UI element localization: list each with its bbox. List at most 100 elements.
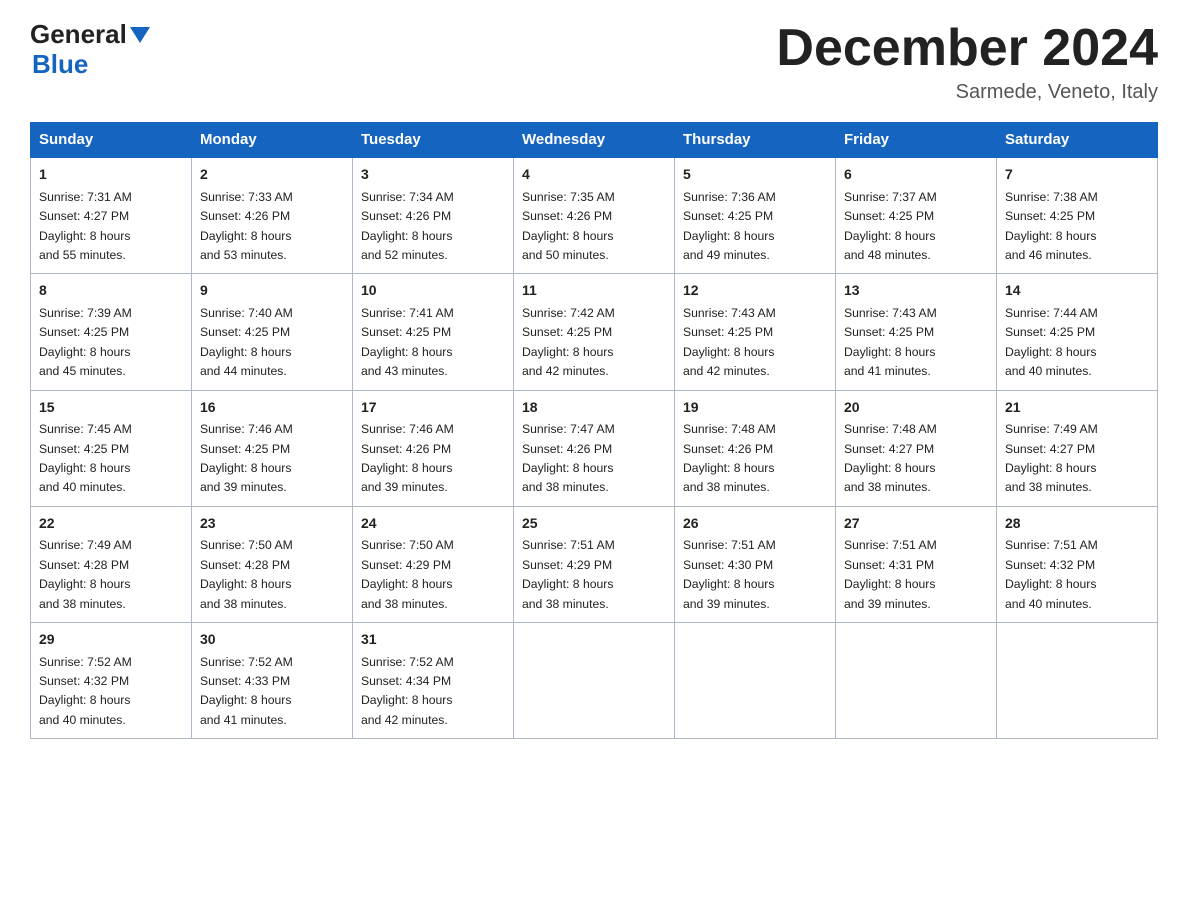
calendar-week-3: 15 Sunrise: 7:45 AMSunset: 4:25 PMDaylig… — [31, 390, 1158, 506]
day-info: Sunrise: 7:46 AMSunset: 4:26 PMDaylight:… — [361, 422, 454, 494]
header-tuesday: Tuesday — [353, 123, 514, 158]
calendar-cell — [836, 622, 997, 738]
day-number: 2 — [200, 164, 344, 186]
header-thursday: Thursday — [675, 123, 836, 158]
calendar-cell: 14 Sunrise: 7:44 AMSunset: 4:25 PMDaylig… — [997, 274, 1158, 390]
day-number: 16 — [200, 397, 344, 419]
calendar-cell: 31 Sunrise: 7:52 AMSunset: 4:34 PMDaylig… — [353, 622, 514, 738]
header-saturday: Saturday — [997, 123, 1158, 158]
day-number: 18 — [522, 397, 666, 419]
location-text: Sarmede, Veneto, Italy — [776, 81, 1158, 104]
calendar-cell — [997, 622, 1158, 738]
calendar-cell: 6 Sunrise: 7:37 AMSunset: 4:25 PMDayligh… — [836, 157, 997, 274]
day-number: 28 — [1005, 513, 1149, 535]
day-info: Sunrise: 7:44 AMSunset: 4:25 PMDaylight:… — [1005, 306, 1098, 378]
calendar-cell: 7 Sunrise: 7:38 AMSunset: 4:25 PMDayligh… — [997, 157, 1158, 274]
day-number: 11 — [522, 280, 666, 302]
day-info: Sunrise: 7:45 AMSunset: 4:25 PMDaylight:… — [39, 422, 132, 494]
day-number: 21 — [1005, 397, 1149, 419]
calendar-cell: 3 Sunrise: 7:34 AMSunset: 4:26 PMDayligh… — [353, 157, 514, 274]
day-number: 25 — [522, 513, 666, 535]
calendar-cell: 17 Sunrise: 7:46 AMSunset: 4:26 PMDaylig… — [353, 390, 514, 506]
calendar-cell: 12 Sunrise: 7:43 AMSunset: 4:25 PMDaylig… — [675, 274, 836, 390]
day-number: 31 — [361, 629, 505, 651]
day-number: 13 — [844, 280, 988, 302]
day-number: 29 — [39, 629, 183, 651]
calendar-cell: 19 Sunrise: 7:48 AMSunset: 4:26 PMDaylig… — [675, 390, 836, 506]
day-info: Sunrise: 7:41 AMSunset: 4:25 PMDaylight:… — [361, 306, 454, 378]
day-number: 19 — [683, 397, 827, 419]
calendar-cell: 13 Sunrise: 7:43 AMSunset: 4:25 PMDaylig… — [836, 274, 997, 390]
day-info: Sunrise: 7:49 AMSunset: 4:28 PMDaylight:… — [39, 538, 132, 610]
header-monday: Monday — [192, 123, 353, 158]
calendar-cell: 27 Sunrise: 7:51 AMSunset: 4:31 PMDaylig… — [836, 506, 997, 622]
day-info: Sunrise: 7:50 AMSunset: 4:29 PMDaylight:… — [361, 538, 454, 610]
day-info: Sunrise: 7:34 AMSunset: 4:26 PMDaylight:… — [361, 190, 454, 262]
day-number: 7 — [1005, 164, 1149, 186]
day-number: 14 — [1005, 280, 1149, 302]
day-info: Sunrise: 7:49 AMSunset: 4:27 PMDaylight:… — [1005, 422, 1098, 494]
calendar-cell: 9 Sunrise: 7:40 AMSunset: 4:25 PMDayligh… — [192, 274, 353, 390]
calendar-week-2: 8 Sunrise: 7:39 AMSunset: 4:25 PMDayligh… — [31, 274, 1158, 390]
header-friday: Friday — [836, 123, 997, 158]
day-number: 8 — [39, 280, 183, 302]
day-number: 26 — [683, 513, 827, 535]
calendar-cell — [514, 622, 675, 738]
day-info: Sunrise: 7:37 AMSunset: 4:25 PMDaylight:… — [844, 190, 937, 262]
day-info: Sunrise: 7:51 AMSunset: 4:29 PMDaylight:… — [522, 538, 615, 610]
day-info: Sunrise: 7:52 AMSunset: 4:33 PMDaylight:… — [200, 655, 293, 727]
calendar-cell: 15 Sunrise: 7:45 AMSunset: 4:25 PMDaylig… — [31, 390, 192, 506]
day-info: Sunrise: 7:36 AMSunset: 4:25 PMDaylight:… — [683, 190, 776, 262]
calendar-cell: 23 Sunrise: 7:50 AMSunset: 4:28 PMDaylig… — [192, 506, 353, 622]
day-number: 17 — [361, 397, 505, 419]
calendar-cell: 10 Sunrise: 7:41 AMSunset: 4:25 PMDaylig… — [353, 274, 514, 390]
day-number: 1 — [39, 164, 183, 186]
day-number: 24 — [361, 513, 505, 535]
calendar-cell: 2 Sunrise: 7:33 AMSunset: 4:26 PMDayligh… — [192, 157, 353, 274]
calendar-cell: 18 Sunrise: 7:47 AMSunset: 4:26 PMDaylig… — [514, 390, 675, 506]
day-info: Sunrise: 7:48 AMSunset: 4:26 PMDaylight:… — [683, 422, 776, 494]
day-info: Sunrise: 7:51 AMSunset: 4:30 PMDaylight:… — [683, 538, 776, 610]
calendar-week-4: 22 Sunrise: 7:49 AMSunset: 4:28 PMDaylig… — [31, 506, 1158, 622]
day-number: 6 — [844, 164, 988, 186]
logo: General Blue — [30, 20, 150, 80]
day-info: Sunrise: 7:38 AMSunset: 4:25 PMDaylight:… — [1005, 190, 1098, 262]
day-info: Sunrise: 7:43 AMSunset: 4:25 PMDaylight:… — [844, 306, 937, 378]
calendar-cell: 30 Sunrise: 7:52 AMSunset: 4:33 PMDaylig… — [192, 622, 353, 738]
day-info: Sunrise: 7:43 AMSunset: 4:25 PMDaylight:… — [683, 306, 776, 378]
header-sunday: Sunday — [31, 123, 192, 158]
day-number: 12 — [683, 280, 827, 302]
logo-blue-text: Blue — [32, 49, 88, 80]
day-info: Sunrise: 7:51 AMSunset: 4:32 PMDaylight:… — [1005, 538, 1098, 610]
weekday-header-row: Sunday Monday Tuesday Wednesday Thursday… — [31, 123, 1158, 158]
day-info: Sunrise: 7:50 AMSunset: 4:28 PMDaylight:… — [200, 538, 293, 610]
calendar-week-5: 29 Sunrise: 7:52 AMSunset: 4:32 PMDaylig… — [31, 622, 1158, 738]
calendar-cell: 11 Sunrise: 7:42 AMSunset: 4:25 PMDaylig… — [514, 274, 675, 390]
day-info: Sunrise: 7:46 AMSunset: 4:25 PMDaylight:… — [200, 422, 293, 494]
day-info: Sunrise: 7:35 AMSunset: 4:26 PMDaylight:… — [522, 190, 615, 262]
day-number: 15 — [39, 397, 183, 419]
calendar-week-1: 1 Sunrise: 7:31 AMSunset: 4:27 PMDayligh… — [31, 157, 1158, 274]
month-title: December 2024 — [776, 20, 1158, 77]
day-info: Sunrise: 7:40 AMSunset: 4:25 PMDaylight:… — [200, 306, 293, 378]
day-info: Sunrise: 7:52 AMSunset: 4:34 PMDaylight:… — [361, 655, 454, 727]
calendar-cell: 8 Sunrise: 7:39 AMSunset: 4:25 PMDayligh… — [31, 274, 192, 390]
calendar-cell: 25 Sunrise: 7:51 AMSunset: 4:29 PMDaylig… — [514, 506, 675, 622]
header-right: December 2024 Sarmede, Veneto, Italy — [776, 20, 1158, 104]
day-number: 23 — [200, 513, 344, 535]
calendar-cell — [675, 622, 836, 738]
calendar-cell: 16 Sunrise: 7:46 AMSunset: 4:25 PMDaylig… — [192, 390, 353, 506]
day-number: 9 — [200, 280, 344, 302]
day-number: 30 — [200, 629, 344, 651]
calendar-cell: 1 Sunrise: 7:31 AMSunset: 4:27 PMDayligh… — [31, 157, 192, 274]
day-number: 3 — [361, 164, 505, 186]
day-info: Sunrise: 7:33 AMSunset: 4:26 PMDaylight:… — [200, 190, 293, 262]
calendar-cell: 26 Sunrise: 7:51 AMSunset: 4:30 PMDaylig… — [675, 506, 836, 622]
day-info: Sunrise: 7:47 AMSunset: 4:26 PMDaylight:… — [522, 422, 615, 494]
day-info: Sunrise: 7:42 AMSunset: 4:25 PMDaylight:… — [522, 306, 615, 378]
day-info: Sunrise: 7:31 AMSunset: 4:27 PMDaylight:… — [39, 190, 132, 262]
calendar-cell: 29 Sunrise: 7:52 AMSunset: 4:32 PMDaylig… — [31, 622, 192, 738]
day-number: 4 — [522, 164, 666, 186]
calendar-cell: 28 Sunrise: 7:51 AMSunset: 4:32 PMDaylig… — [997, 506, 1158, 622]
day-info: Sunrise: 7:52 AMSunset: 4:32 PMDaylight:… — [39, 655, 132, 727]
